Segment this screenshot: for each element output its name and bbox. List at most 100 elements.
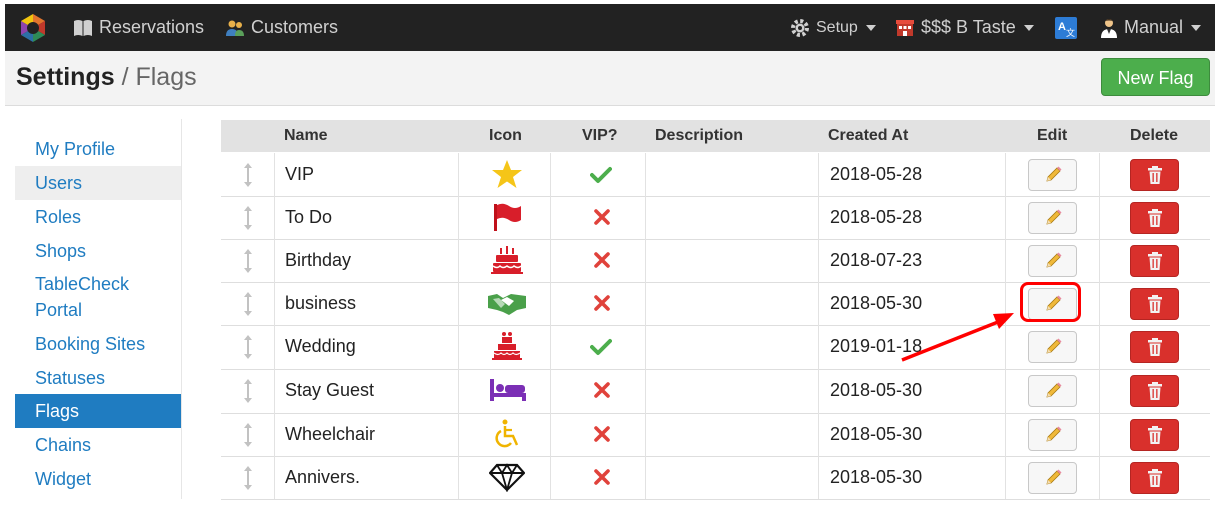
page-title-subsection: Flags <box>135 63 197 91</box>
nav-shop-selector[interactable]: $$$ B Taste <box>895 4 1034 51</box>
edit-button[interactable] <box>1028 462 1077 494</box>
flag-name: Wheelchair <box>285 424 376 444</box>
delete-button[interactable] <box>1130 331 1179 363</box>
flag-name: VIP <box>285 164 315 184</box>
flag-created-at: 2018-05-30 <box>830 293 923 313</box>
sidebar-item-users[interactable]: Users <box>15 166 181 200</box>
trash-icon <box>1146 165 1164 190</box>
sidebar-item-widget[interactable]: Widget <box>15 466 181 492</box>
trash-icon <box>1146 381 1164 406</box>
delete-button[interactable] <box>1130 375 1179 407</box>
sidebar-item-my-profile[interactable]: My Profile <box>15 136 181 162</box>
table-row: Birthday 2018-07-23 <box>221 239 1210 283</box>
column-divider <box>550 369 551 413</box>
sidebar-item-chains[interactable]: Chains <box>15 432 181 458</box>
flag-icon <box>491 202 523 232</box>
page-header: Settings / Flags New Flag <box>5 51 1215 106</box>
column-divider <box>274 369 275 413</box>
nav-language[interactable]: A 文 <box>1055 4 1083 51</box>
column-divider <box>458 456 459 499</box>
delete-button[interactable] <box>1130 288 1179 320</box>
column-divider <box>550 196 551 239</box>
drag-handle-icon[interactable] <box>241 291 255 317</box>
sidebar-item-shops[interactable]: Shops <box>15 238 181 264</box>
edit-button[interactable] <box>1028 159 1077 191</box>
column-divider <box>818 413 819 456</box>
drag-handle-icon[interactable] <box>241 465 255 491</box>
column-divider <box>818 369 819 413</box>
trash-icon <box>1146 337 1164 362</box>
drag-handle-icon[interactable] <box>241 162 255 188</box>
column-divider <box>1099 413 1100 456</box>
column-divider <box>458 196 459 239</box>
column-divider <box>1099 196 1100 239</box>
drag-handle-icon[interactable] <box>241 378 255 404</box>
column-divider <box>550 413 551 456</box>
column-header-created-at[interactable]: Created At <box>828 120 908 152</box>
check-icon <box>590 338 612 361</box>
column-divider <box>818 239 819 282</box>
column-divider <box>818 153 819 196</box>
birthday-cake-icon <box>491 245 523 275</box>
column-divider <box>645 456 646 499</box>
delete-button[interactable] <box>1130 159 1179 191</box>
column-divider <box>274 282 275 325</box>
delete-button[interactable] <box>1130 202 1179 234</box>
delete-button[interactable] <box>1130 462 1179 494</box>
edit-button[interactable] <box>1028 202 1077 234</box>
cross-icon <box>593 251 611 274</box>
column-divider <box>550 282 551 325</box>
sidebar-item-tablecheck-portal[interactable]: TableCheck Portal <box>15 271 155 323</box>
column-divider <box>274 196 275 239</box>
column-divider <box>274 456 275 499</box>
chevron-down-icon <box>1023 25 1034 32</box>
highlight-box <box>1020 282 1081 322</box>
nav-user-menu[interactable]: Manual <box>1100 4 1202 51</box>
column-divider <box>1005 153 1006 196</box>
edit-button[interactable] <box>1028 375 1077 407</box>
pencil-icon <box>1043 425 1063 450</box>
trash-icon <box>1146 208 1164 233</box>
column-divider <box>1005 369 1006 413</box>
sidebar-item-statuses[interactable]: Statuses <box>15 365 181 391</box>
nav-setup[interactable]: Setup <box>790 4 876 51</box>
store-icon <box>896 20 914 37</box>
nav-customers[interactable]: Customers <box>225 4 338 51</box>
table-row: VIP 2018-05-28 <box>221 153 1210 197</box>
column-divider <box>645 413 646 456</box>
pencil-icon <box>1043 165 1063 190</box>
pencil-icon <box>1043 208 1063 233</box>
flag-created-at: 2019-01-18 <box>830 336 923 356</box>
column-header-edit: Edit <box>1037 127 1068 144</box>
chevron-down-icon <box>865 24 876 31</box>
delete-button[interactable] <box>1130 245 1179 277</box>
page-title: Settings / Flags <box>16 63 197 92</box>
nav-reservations[interactable]: Reservations <box>73 4 204 51</box>
handshake-icon <box>487 288 526 318</box>
drag-handle-icon[interactable] <box>241 248 255 274</box>
edit-button[interactable] <box>1028 331 1077 363</box>
edit-button[interactable] <box>1028 245 1077 277</box>
drag-handle-icon[interactable] <box>241 205 255 231</box>
column-divider <box>645 196 646 239</box>
cross-icon <box>593 294 611 317</box>
flag-created-at: 2018-05-28 <box>830 207 923 227</box>
column-header-name[interactable]: Name <box>284 120 328 152</box>
column-divider <box>274 153 275 196</box>
drag-handle-icon[interactable] <box>241 422 255 448</box>
sidebar-item-roles[interactable]: Roles <box>15 204 181 230</box>
tablecheck-logo-icon[interactable] <box>17 12 49 44</box>
column-divider <box>1099 282 1100 325</box>
column-divider <box>1099 153 1100 196</box>
delete-button[interactable] <box>1130 419 1179 451</box>
drag-handle-icon[interactable] <box>241 334 255 360</box>
svg-text:文: 文 <box>1066 27 1075 39</box>
cross-icon <box>593 208 611 231</box>
new-flag-button[interactable]: New Flag <box>1101 58 1210 96</box>
column-divider <box>550 456 551 499</box>
edit-button[interactable] <box>1028 419 1077 451</box>
sidebar-item-booking-sites[interactable]: Booking Sites <box>15 331 181 357</box>
translate-icon: A 文 <box>1055 17 1077 40</box>
sidebar-item-flags[interactable]: Flags <box>15 394 181 428</box>
nav-setup-label: Setup <box>816 19 858 36</box>
